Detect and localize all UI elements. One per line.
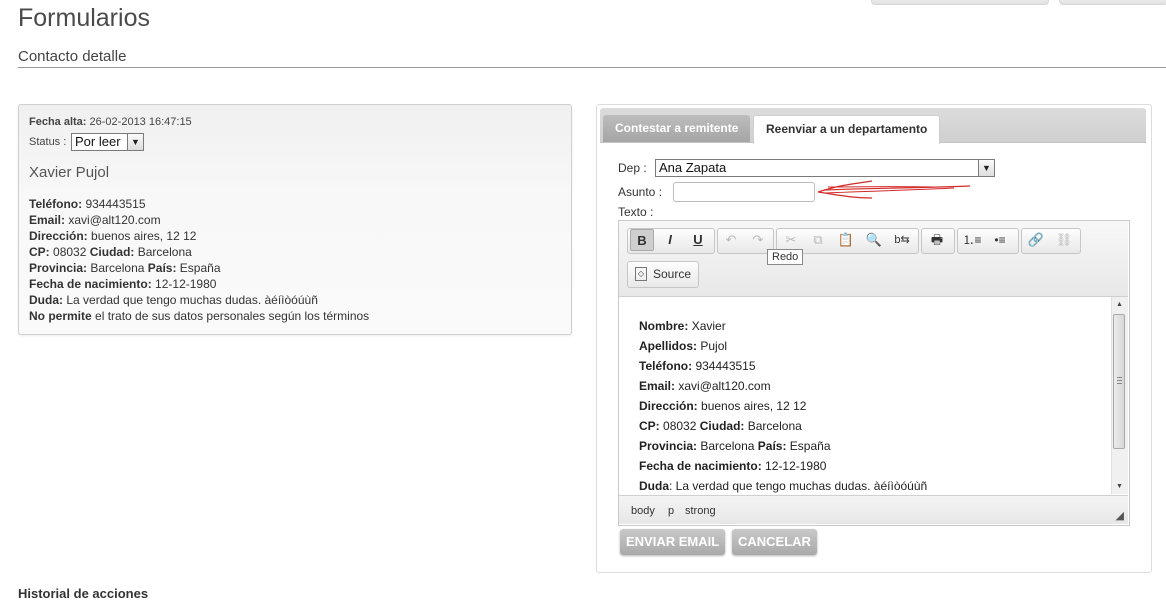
status-select[interactable]: Por leer ▼ (71, 133, 144, 151)
italic-icon[interactable]: I (658, 229, 682, 251)
editor-content[interactable]: Nombre: Xavier Apellidos: Pujol Teléfono: … (619, 297, 1111, 494)
dep-label: Dep : (618, 161, 647, 175)
underline-icon[interactable]: U (686, 229, 710, 251)
status-value: Por leer (75, 134, 121, 149)
cancel-button[interactable]: CANCELAR (732, 529, 817, 555)
editor-line-value: España (789, 439, 831, 453)
dep-select[interactable]: Ana Zapata ▼ (655, 159, 995, 177)
scroll-up-icon[interactable]: ▲ (1116, 301, 1123, 308)
scrollbar-thumb[interactable] (1113, 314, 1125, 449)
print-icon[interactable]: 🖶 (925, 229, 949, 251)
editor-line: Fecha de nacimiento: 12-12-1980 (639, 456, 1111, 476)
undo-icon[interactable]: ↶ (719, 229, 743, 251)
pais-value: España (179, 261, 221, 275)
telefono-value: 934443515 (85, 197, 146, 211)
path-body[interactable]: body (631, 505, 655, 517)
redo-tooltip: Redo (767, 249, 804, 265)
tab-contestar-remitente[interactable]: Contestar a remitente (603, 115, 751, 142)
paste-icon[interactable]: 📋 (834, 229, 858, 251)
unlink-icon[interactable]: ⛓ (1052, 229, 1076, 251)
editor-line-value: 12-12-1980 (765, 459, 827, 473)
duda-value: La verdad que tengo muchas dudas. àéíìòó… (66, 293, 318, 307)
cp-value: 08032 (53, 245, 87, 259)
editor-line: Duda: La verdad que tengo muchas dudas. … (639, 476, 1111, 494)
editor-line: Email: xavi@alt120.com (639, 376, 1111, 396)
editor-line-label: Dirección: (639, 399, 698, 413)
texto-label: Texto : (618, 205, 654, 219)
tab-reenviar-departamento[interactable]: Reenviar a un departamento (753, 115, 941, 144)
editor-line: Nombre: Xavier (639, 316, 1111, 336)
cut-icon[interactable]: ✂ (779, 229, 803, 251)
editor-line: Apellidos: Pujol (639, 336, 1111, 356)
source-button[interactable]: ◇ Source (627, 261, 699, 288)
path-strong[interactable]: strong (685, 505, 716, 517)
editor-line: CP: 08032 Ciudad: Barcelona (639, 416, 1111, 436)
editor-line: Teléfono: 934443515 (639, 356, 1111, 376)
editor-lines: Nombre: Xavier Apellidos: Pujol Teléfono: … (619, 297, 1111, 494)
source-icon: ◇ (635, 267, 647, 281)
editor-line-label: Teléfono: (639, 359, 693, 373)
editor-line: Dirección: buenos aires, 12 12 (639, 396, 1111, 416)
ciudad-value: Barcelona (137, 245, 192, 259)
nacimiento-value: 12-12-1980 (155, 277, 217, 291)
editor-line-label: Ciudad: (699, 419, 745, 433)
annotation-arrow-icon (817, 180, 971, 199)
top-action-button[interactable] (871, 0, 1049, 5)
resize-handle-icon[interactable]: ◢ (1116, 509, 1124, 522)
fecha-alta-value: 26-02-2013 16:47:15 (89, 116, 192, 128)
status-label: Status : (29, 136, 67, 148)
bold-icon[interactable]: B (630, 229, 654, 251)
fecha-alta: Fecha alta: 26-02-2013 16:47:15 (29, 116, 192, 128)
header-divider (18, 67, 1166, 68)
replace-icon[interactable]: b⇆ (890, 229, 914, 251)
numbered-list-icon[interactable]: ⒈≡ (960, 229, 984, 251)
editor-line-label: Provincia: (639, 439, 698, 453)
provincia-value: Barcelona (90, 261, 145, 275)
dep-value: Ana Zapata (659, 160, 727, 175)
top-action-button[interactable] (1059, 0, 1166, 5)
asunto-label: Asunto : (618, 185, 663, 199)
chevron-down-icon[interactable]: ▼ (978, 160, 994, 176)
asunto-input[interactable] (673, 182, 815, 202)
scroll-down-icon[interactable]: ▼ (1116, 483, 1123, 490)
redo-icon[interactable]: ↷ (746, 229, 770, 251)
editor-line: Provincia: Barcelona País: España (639, 436, 1111, 456)
editor-line-value: Pujol (700, 339, 728, 353)
editor-line-label: Fecha de nacimiento: (639, 459, 762, 473)
editor-statusbar: body p strong ◢ (619, 495, 1128, 524)
source-label: Source (653, 267, 692, 281)
contact-details: Teléfono: 934443515 Email: xavi@alt120.c… (29, 197, 370, 323)
editor-line-value: 08032 (663, 419, 697, 433)
link-icon[interactable]: 🔗 (1024, 229, 1048, 251)
editor-line-label: CP: (639, 419, 660, 433)
copy-icon[interactable]: ⧉ (806, 229, 830, 251)
fecha-alta-label: Fecha alta: (29, 116, 87, 128)
find-icon[interactable]: 🔍 (862, 229, 886, 251)
editor-line-label: Apellidos: (639, 339, 698, 353)
send-email-button[interactable]: ENVIAR EMAIL (620, 529, 726, 555)
editor-line-value: xavi@alt120.com (678, 379, 771, 393)
editor-line-label: Nombre: (639, 319, 689, 333)
page-subtitle: Contacto detalle (18, 48, 127, 65)
permite-value: el trato de sus datos personales según l… (95, 309, 370, 323)
path-p[interactable]: p (668, 505, 674, 517)
direccion-value: buenos aires, 12 12 (91, 229, 197, 243)
contact-name: Xavier Pujol (29, 164, 110, 181)
history-title: Historial de acciones (18, 586, 149, 601)
editor-line-label: Duda (639, 479, 669, 493)
editor-line-value: Barcelona (700, 439, 755, 453)
chevron-down-icon[interactable]: ▼ (127, 134, 143, 150)
editor-line-value: 934443515 (695, 359, 756, 373)
page-title: Formularios (18, 4, 150, 32)
email-value: xavi@alt120.com (68, 213, 161, 227)
bulleted-list-icon[interactable]: •≡ (988, 229, 1012, 251)
editor-line-label: Email: (639, 379, 676, 393)
editor-line-value: : La verdad que tengo muchas dudas. àéíì… (669, 479, 928, 493)
editor-line-value: Barcelona (747, 419, 802, 433)
editor-line-value: Xavier (691, 319, 726, 333)
editor-line-value: buenos aires, 12 12 (701, 399, 807, 413)
editor-line-label: País: (757, 439, 787, 453)
